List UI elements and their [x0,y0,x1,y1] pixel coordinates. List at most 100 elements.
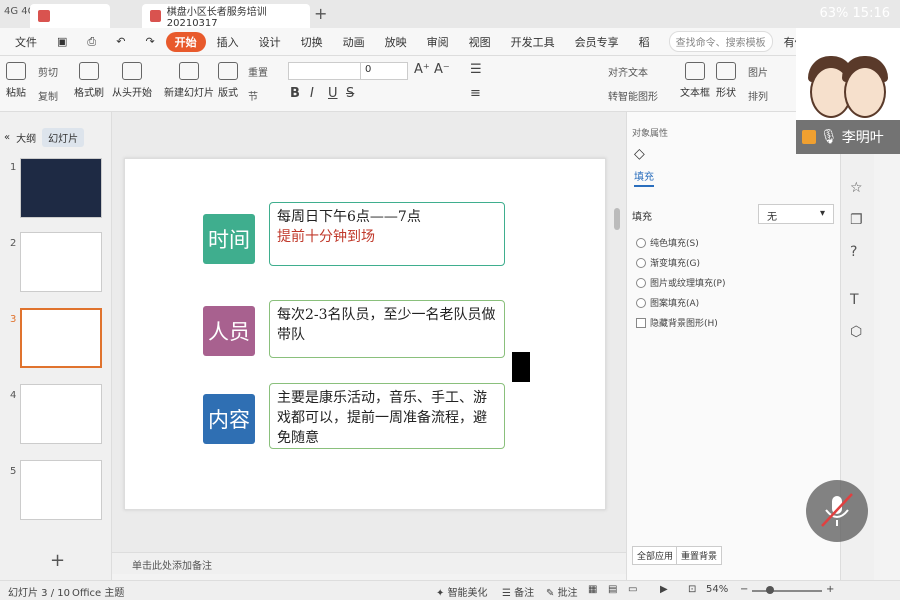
row-content-time[interactable]: 每周日下午6点——7点 提前十分钟到场 [269,202,505,266]
layout-icon [218,62,238,80]
play-icon[interactable]: ▶ [660,584,668,595]
normal-view-icon[interactable]: ▦ [588,584,597,595]
smart-beautify-button[interactable]: ✦ 智能美化 [436,584,488,599]
menu-insert[interactable]: 插入 [208,32,248,52]
row-label-people[interactable]: 人员 [203,306,255,356]
font-shrink-button[interactable]: A⁻ [434,62,450,77]
slide-thumb-3[interactable] [20,308,102,368]
presentation-icon [150,10,161,22]
menu-home[interactable]: 开始 [165,31,206,52]
notes-button[interactable]: ☰ 备注 [502,584,534,599]
menu-transition[interactable]: 切换 [292,32,332,52]
hide-bg-checkbox[interactable]: 隐藏背景图形(H) [636,316,718,329]
reading-view-icon[interactable]: ▭ [628,584,637,595]
help-icon[interactable]: ? [850,244,857,260]
menu-slideshow[interactable]: 放映 [376,32,416,52]
font-size-select[interactable]: 0 [360,62,408,80]
tab-outline[interactable]: 大纲 [16,130,36,145]
tab-fill[interactable]: 填充 [634,168,654,187]
paste-button[interactable]: 粘贴 [6,62,26,99]
reset-bg-button[interactable]: 重置背景 [676,546,723,565]
slide-thumb-4[interactable] [20,384,102,444]
textbox-button[interactable]: 文本框 [680,62,710,99]
copy-icon[interactable]: ❐ [850,212,863,228]
menu-file[interactable]: 文件 [6,32,46,52]
reset-button[interactable]: 重置 [248,64,268,79]
zoom-slider[interactable] [752,590,822,592]
cut-button[interactable]: 剪切 [38,64,58,79]
comments-button[interactable]: ✎ 批注 [546,584,578,599]
command-search[interactable]: 查找命令、搜索模板 [668,31,773,52]
format-painter-button[interactable]: 格式刷 [74,62,104,99]
new-tab-button[interactable]: + [314,4,327,23]
strike-button[interactable]: S [346,86,354,101]
tab-slides[interactable]: 幻灯片 [42,128,85,147]
save-icon[interactable]: ▣ [48,33,76,50]
slide-info: 幻灯片 3 / 10 [8,588,70,599]
picture-button[interactable]: 图片 [748,64,768,79]
arrange-button[interactable]: 排列 [748,88,768,103]
menu-animation[interactable]: 动画 [334,32,374,52]
undo-icon[interactable]: ↶ [107,33,134,50]
zoom-out-icon[interactable]: − [740,584,748,595]
italic-button[interactable]: I [310,86,314,101]
fill-select[interactable]: 无 ▾ [758,204,834,224]
font-grow-button[interactable]: A⁺ [414,62,430,77]
notes-field[interactable]: 单击此处添加备注 [112,552,626,574]
fit-icon[interactable]: ⊡ [688,584,696,595]
copy-button[interactable]: 复制 [38,88,58,103]
fill-bucket-icon[interactable]: ◇ [634,146,645,162]
row-content-people[interactable]: 每次2-3名队员，至少一名老队员做 带队 [269,300,505,358]
tab-bar [0,0,900,28]
row-content-content[interactable]: 主要是康乐活动，音乐、手工、游 戏都可以，提前一周准备流程，避 免随意 [269,383,505,449]
mute-button[interactable] [806,480,868,542]
tab-document[interactable]: 棋盘小区长者服务培训20210317 [142,4,310,29]
radio-picture-fill[interactable]: 图片或纹理填充(P) [636,276,725,289]
from-start-button[interactable]: 从头开始 [112,62,152,99]
menu-design[interactable]: 设计 [250,32,290,52]
radio-gradient-fill[interactable]: 渐变填充(G) [636,256,700,269]
align-left-icon[interactable]: ≡ [470,86,481,101]
pin-icon[interactable]: ☆ [850,180,863,196]
convert-smartart-button[interactable]: 转智能图形 [608,88,658,103]
bold-button[interactable]: B [290,86,300,101]
menu-more[interactable]: 稻 [630,32,659,52]
radio-solid-fill[interactable]: 纯色填充(S) [636,236,699,249]
play-icon [122,62,142,80]
sorter-view-icon[interactable]: ▤ [608,584,617,595]
slide-thumb-2[interactable] [20,232,102,292]
layout-button[interactable]: 版式 [218,62,238,99]
row-label-content[interactable]: 内容 [203,394,255,444]
new-slide-button[interactable]: 新建幻灯片 [164,62,214,99]
section-button[interactable]: 节 [248,88,258,103]
fill-section-label[interactable]: 填充 [632,208,652,223]
align-text-button[interactable]: 对齐文本 [608,64,648,79]
slide-number: 4 [10,390,17,401]
text-icon[interactable]: T [850,292,859,308]
collapse-icon[interactable]: « [4,132,10,143]
menu-bar: 文件 ▣ ⎙ ↶ ↷ 开始 插入 设计 切换 动画 放映 审阅 视图 开发工具 … [0,28,900,56]
row-label-time[interactable]: 时间 [203,214,255,264]
clipboard-icon [6,62,26,80]
menu-view[interactable]: 视图 [460,32,500,52]
cube-icon[interactable]: ⬡ [850,324,862,340]
slide-thumb-5[interactable] [20,460,102,520]
zoom-slider-handle[interactable] [766,586,774,594]
menu-member[interactable]: 会员专享 [566,32,628,52]
tab-home[interactable] [30,4,110,28]
vertical-scrollbar[interactable] [614,208,620,230]
shape-button[interactable]: 形状 [716,62,736,99]
bullets-icon[interactable]: ☰ [470,62,482,77]
redo-icon[interactable]: ↷ [136,33,163,50]
zoom-in-icon[interactable]: + [826,584,834,595]
add-slide-button[interactable]: + [50,550,65,571]
menu-review[interactable]: 审阅 [418,32,458,52]
new-slide-icon [179,62,199,80]
apply-all-button[interactable]: 全部应用 [632,546,679,565]
slide-canvas[interactable]: 时间 每周日下午6点——7点 提前十分钟到场 人员 每次2-3名队员，至少一名老… [124,158,606,510]
radio-pattern-fill[interactable]: 图案填充(A) [636,296,699,309]
menu-developer[interactable]: 开发工具 [502,32,564,52]
slide-thumb-1[interactable] [20,158,102,218]
underline-button[interactable]: U [328,86,338,101]
print-icon[interactable]: ⎙ [78,33,105,51]
